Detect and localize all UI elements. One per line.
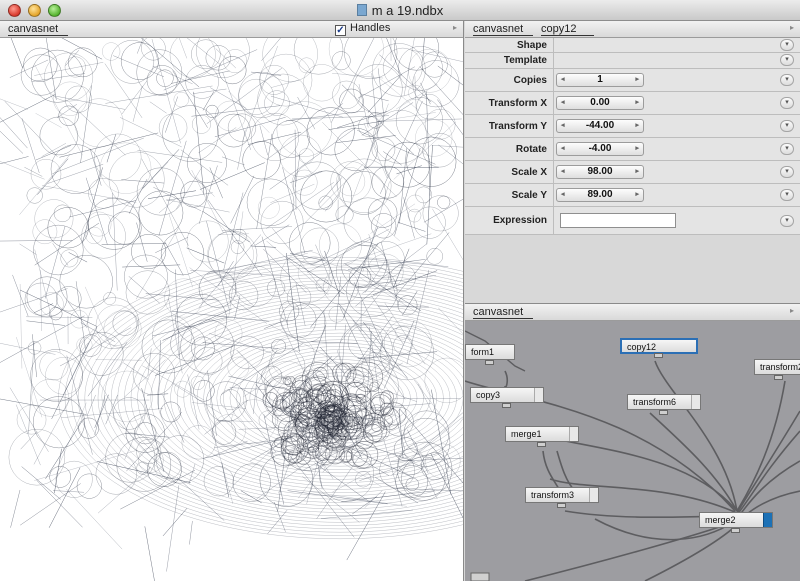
node-output-port[interactable]	[537, 442, 546, 447]
param-label: Transform Y	[488, 121, 547, 132]
node-output-port[interactable]	[485, 360, 494, 365]
window-title-text: m a 19.ndbx	[371, 3, 444, 18]
param-row-scale-y: Scale Y ◂ 89.00 ▸ ▾	[465, 184, 800, 207]
stepper-left-icon[interactable]: ◂	[561, 74, 565, 86]
connection	[649, 412, 738, 512]
pane-options-icon[interactable]: ▸	[790, 23, 794, 32]
stepper-left-icon[interactable]: ◂	[561, 166, 565, 178]
parameters-node-tab[interactable]: copy12	[541, 23, 595, 36]
connection	[542, 450, 561, 492]
window-title: m a 19.ndbx	[0, 3, 800, 18]
node-connections	[465, 330, 800, 581]
viewer-pane: canvasnet ✓ Handles ▸	[0, 21, 464, 581]
handles-label: Handles	[350, 22, 391, 34]
connection	[736, 410, 800, 514]
stepper-left-icon[interactable]: ◂	[561, 143, 565, 155]
node-copy12[interactable]: copy12	[620, 338, 698, 358]
param-label: Scale Y	[511, 190, 547, 201]
pane-options-icon[interactable]: ▸	[790, 306, 794, 315]
parameters-header: canvasnet copy12 ▸	[465, 21, 800, 38]
parameters-pane: canvasnet copy12 ▸ Shape ▾ Template ▾ Co…	[465, 21, 800, 304]
node-output-port[interactable]	[774, 375, 783, 380]
stepper-right-icon[interactable]: ▸	[635, 143, 639, 155]
connection	[644, 522, 740, 581]
param-row-transform-y: Transform Y ◂ -44.00 ▸ ▾	[465, 115, 800, 138]
param-row-shape: Shape ▾	[465, 38, 800, 53]
node-merge1[interactable]: merge1	[505, 426, 579, 447]
param-row-copies: Copies ◂ 1 ▸ ▾	[465, 69, 800, 92]
node-output-port[interactable]	[557, 503, 566, 508]
scale-x-stepper[interactable]: ◂ 98.00 ▸	[556, 165, 644, 179]
title-bar: m a 19.ndbx	[0, 0, 800, 21]
transform-y-stepper[interactable]: ◂ -44.00 ▸	[556, 119, 644, 133]
handles-toggle[interactable]: ✓ Handles	[335, 22, 390, 36]
connection	[504, 370, 508, 389]
dropdown-arrow-icon[interactable]: ▾	[780, 54, 794, 66]
offscreen-node[interactable]	[470, 572, 490, 581]
node-output-port[interactable]	[502, 403, 511, 408]
node-output-port[interactable]	[654, 353, 663, 358]
stepper-left-icon[interactable]: ◂	[561, 120, 565, 132]
node-output-port[interactable]	[731, 528, 740, 533]
stepper-left-icon[interactable]: ◂	[561, 189, 565, 201]
generative-artwork	[0, 38, 463, 581]
param-label: Rotate	[515, 144, 547, 155]
dropdown-arrow-icon[interactable]: ▾	[780, 74, 794, 86]
render-flag[interactable]	[763, 513, 772, 527]
viewer-tab[interactable]: canvasnet	[8, 23, 69, 36]
param-row-rotate: Rotate ◂ -4.00 ▸ ▾	[465, 138, 800, 161]
param-label: Transform X	[488, 98, 547, 109]
node-transform6[interactable]: transform6	[627, 394, 701, 415]
connection	[524, 520, 738, 581]
param-row-template: Template ▾	[465, 53, 800, 69]
stepper-right-icon[interactable]: ▸	[635, 166, 639, 178]
dropdown-arrow-icon[interactable]: ▾	[780, 143, 794, 155]
dropdown-arrow-icon[interactable]: ▾	[780, 166, 794, 178]
handles-checkbox[interactable]: ✓	[335, 25, 346, 36]
node-form1[interactable]: form1	[465, 344, 515, 365]
stepper-right-icon[interactable]: ▸	[635, 120, 639, 132]
param-row-expression: Expression ▾	[465, 207, 800, 235]
dropdown-arrow-icon[interactable]: ▾	[780, 39, 794, 51]
stepper-right-icon[interactable]: ▸	[635, 74, 639, 86]
dropdown-arrow-icon[interactable]: ▾	[780, 97, 794, 109]
network-header: canvasnet ▸	[465, 304, 800, 321]
expression-field[interactable]	[560, 213, 676, 228]
node-output-port[interactable]	[659, 410, 668, 415]
parameters-network-tab[interactable]: canvasnet	[473, 23, 534, 36]
drawing-canvas[interactable]	[0, 38, 463, 581]
network-canvas[interactable]: form1 copy12 transform2 copy3 transform6…	[465, 321, 800, 581]
stepper-right-icon[interactable]: ▸	[635, 97, 639, 109]
param-row-transform-x: Transform X ◂ 0.00 ▸ ▾	[465, 92, 800, 115]
stepper-right-icon[interactable]: ▸	[635, 189, 639, 201]
copies-stepper[interactable]: ◂ 1 ▸	[556, 73, 644, 87]
document-icon	[356, 4, 367, 16]
param-label: Shape	[516, 40, 547, 51]
transform-x-stepper[interactable]: ◂ 0.00 ▸	[556, 96, 644, 110]
stepper-left-icon[interactable]: ◂	[561, 97, 565, 109]
param-label: Expression	[493, 215, 547, 226]
node-merge2[interactable]: merge2	[699, 512, 773, 533]
scale-y-stepper[interactable]: ◂ 89.00 ▸	[556, 188, 644, 202]
network-pane: canvasnet ▸ form1 copy12 transform2 copy…	[465, 304, 800, 581]
connection	[556, 450, 576, 492]
param-label: Scale X	[511, 167, 547, 178]
pane-options-icon[interactable]: ▸	[453, 23, 457, 32]
viewer-header: canvasnet ✓ Handles ▸	[0, 21, 463, 38]
node-transform3[interactable]: transform3	[525, 487, 599, 508]
rotate-stepper[interactable]: ◂ -4.00 ▸	[556, 142, 644, 156]
connection	[654, 360, 738, 512]
dropdown-arrow-icon[interactable]: ▾	[780, 215, 794, 227]
node-copy3[interactable]: copy3	[470, 387, 544, 408]
dropdown-arrow-icon[interactable]: ▾	[780, 120, 794, 132]
param-label: Template	[503, 55, 547, 66]
node-transform2[interactable]: transform2	[754, 359, 800, 380]
param-label: Copies	[513, 75, 547, 86]
param-row-scale-x: Scale X ◂ 98.00 ▸ ▾	[465, 161, 800, 184]
network-tab[interactable]: canvasnet	[473, 306, 534, 319]
dropdown-arrow-icon[interactable]: ▾	[780, 189, 794, 201]
